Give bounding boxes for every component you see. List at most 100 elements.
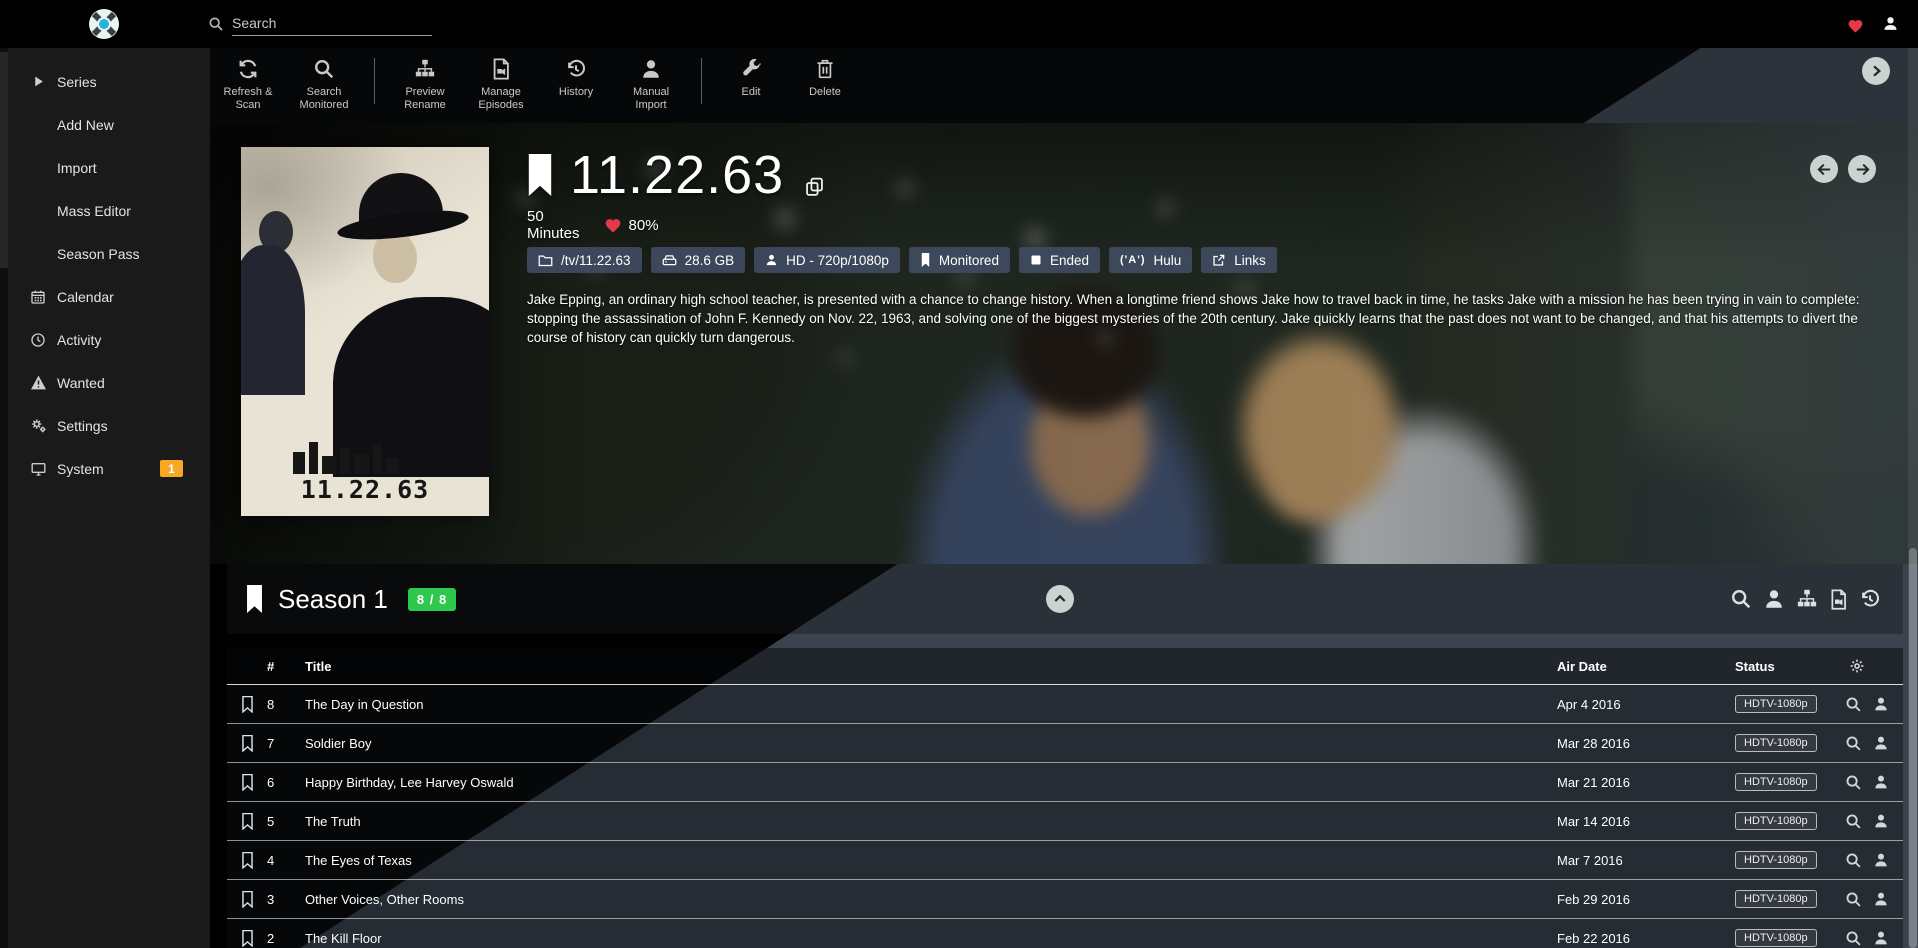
series-badges: /tv/11.22.63 28.6 GB HD - 720p/1080p Mon… [527,247,1277,273]
series-meta: 50 Minutes 80% [527,208,659,242]
episode-monitored-icon[interactable] [227,774,267,791]
episode-search-icon[interactable] [1845,696,1862,713]
manage-episodes-button[interactable]: Manage Episodes [463,48,539,118]
episode-title: Soldier Boy [305,736,1557,751]
episode-interactive-search-icon[interactable] [1873,813,1889,829]
episode-monitored-icon[interactable] [227,930,267,947]
episode-row[interactable]: 6 Happy Birthday, Lee Harvey Oswald Mar … [227,763,1903,802]
episode-search-icon[interactable] [1845,891,1862,908]
series-title: 11.22.63 [570,144,784,206]
episode-row[interactable]: 4 The Eyes of Texas Mar 7 2016 HDTV-1080… [227,841,1903,880]
network-icon: ('A') [1120,254,1146,266]
sidebar-scrollbar[interactable] [0,48,8,948]
sidebar-item-add-new[interactable]: Add New [0,103,210,146]
sidebar-item-settings[interactable]: Settings [0,404,210,447]
sidebar-item-season-pass[interactable]: Season Pass [0,232,210,275]
refresh-scan-button[interactable]: Refresh & Scan [210,48,286,118]
episode-interactive-search-icon[interactable] [1873,735,1889,751]
monitored-badge[interactable]: Monitored [909,247,1010,273]
previous-series-button[interactable] [1810,155,1838,183]
copy-icon[interactable] [804,176,825,197]
page-scrollbar[interactable] [1908,48,1918,948]
links-badge[interactable]: Links [1201,247,1277,273]
search-bar [208,13,432,36]
size-badge: 28.6 GB [651,247,746,273]
episode-search-icon[interactable] [1845,813,1862,830]
sidebar-item-import[interactable]: Import [0,146,210,189]
search-input[interactable] [232,13,432,36]
edit-button[interactable]: Edit [714,48,788,105]
user-icon[interactable] [1882,15,1899,32]
monitor-icon [29,461,47,477]
preview-rename-button[interactable]: Preview Rename [387,48,463,118]
sidebar-item-mass-editor[interactable]: Mass Editor [0,189,210,232]
toolbar-button-label: Delete [809,86,841,99]
episode-search-icon[interactable] [1845,852,1862,869]
episode-row[interactable]: 2 The Kill Floor Feb 22 2016 HDTV-1080p [227,919,1903,948]
episode-monitored-icon[interactable] [227,735,267,752]
search-monitored-button[interactable]: Search Monitored [286,48,362,118]
sidebar-item-system[interactable]: System 1 [0,447,210,490]
episode-interactive-search-icon[interactable] [1873,852,1889,868]
sonarr-logo-icon[interactable] [88,8,120,40]
history-button[interactable]: History [539,48,613,105]
profile-icon [765,253,778,267]
calendar-icon [29,289,47,305]
episode-title: Other Voices, Other Rooms [305,892,1557,907]
episode-row[interactable]: 3 Other Voices, Other Rooms Feb 29 2016 … [227,880,1903,919]
episode-interactive-search-icon[interactable] [1873,891,1889,907]
series-monitored-bookmark-icon[interactable] [526,154,554,196]
episode-monitored-icon[interactable] [227,813,267,830]
scrollbar-thumb[interactable] [1909,548,1917,948]
episode-quality-badge: HDTV-1080p [1735,695,1817,713]
sonarr-app: Series Add New Import Mass Editor Season… [0,0,1918,948]
manual-import-button[interactable]: Manual Import [613,48,689,118]
donate-heart-icon[interactable] [1847,18,1864,33]
episode-air-date: Mar 21 2016 [1557,775,1735,790]
refresh-icon [237,57,259,81]
sidebar-item-series[interactable]: Series [0,60,210,103]
season-rename-icon[interactable] [1796,588,1818,610]
toolbar-button-label: Manage Episodes [468,86,534,112]
bookmark-icon [920,253,931,267]
episode-search-icon[interactable] [1845,735,1862,752]
sidebar-item-calendar[interactable]: Calendar [0,275,210,318]
episode-quality-badge: HDTV-1080p [1735,929,1817,947]
episode-row[interactable]: 8 The Day in Question Apr 4 2016 HDTV-10… [227,685,1903,724]
episode-search-icon[interactable] [1845,774,1862,791]
episode-monitored-icon[interactable] [227,852,267,869]
episode-interactive-search-icon[interactable] [1873,930,1889,946]
sidebar-item-label: Wanted [57,375,105,391]
series-toolbar: Refresh & Scan Search Monitored Preview … [210,48,1918,123]
search-icon [208,16,224,32]
season-search-icon[interactable] [1730,588,1752,610]
season-title: Season 1 [278,584,388,615]
sidebar-item-activity[interactable]: Activity [0,318,210,361]
collapse-season-button[interactable] [1046,585,1074,613]
toolbar-button-label: Manual Import [618,86,684,112]
sidebar-item-label: Import [57,160,97,176]
season-history-icon[interactable] [1859,588,1881,610]
season-file-info-icon[interactable] [1829,589,1848,610]
table-options-gear-icon[interactable] [1845,658,1903,674]
column-number: # [267,659,305,674]
episode-monitored-icon[interactable] [227,696,267,713]
episode-monitored-icon[interactable] [227,891,267,908]
clock-icon [29,332,47,348]
delete-button[interactable]: Delete [788,48,862,105]
expand-all-button[interactable]: Expand All [1847,57,1904,104]
episode-air-date: Feb 22 2016 [1557,931,1735,946]
stop-icon [1030,254,1042,266]
season-interactive-search-icon[interactable] [1763,588,1785,610]
sidebar-item-wanted[interactable]: Wanted [0,361,210,404]
play-icon [29,74,47,89]
rating-heart-icon [604,217,622,233]
episode-interactive-search-icon[interactable] [1873,774,1889,790]
season-monitored-bookmark-icon[interactable] [245,585,264,613]
next-series-button[interactable] [1848,155,1876,183]
episode-search-icon[interactable] [1845,930,1862,947]
episode-row[interactable]: 7 Soldier Boy Mar 28 2016 HDTV-1080p [227,724,1903,763]
episode-row[interactable]: 5 The Truth Mar 14 2016 HDTV-1080p [227,802,1903,841]
episode-interactive-search-icon[interactable] [1873,696,1889,712]
season-episode-count-badge: 8 / 8 [408,588,456,611]
